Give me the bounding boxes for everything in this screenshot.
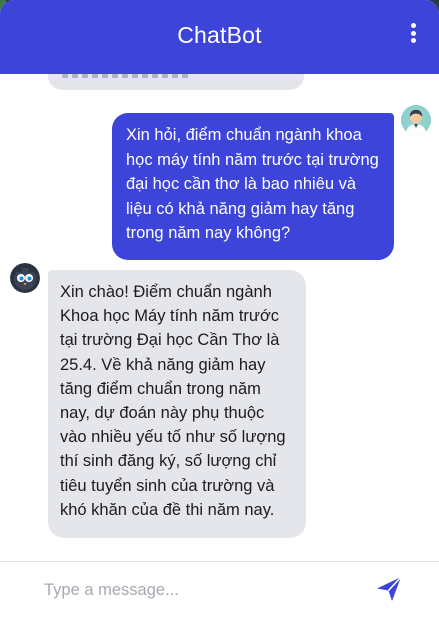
send-icon[interactable] bbox=[375, 575, 403, 603]
previous-message-bubble bbox=[48, 74, 304, 90]
chat-title: ChatBot bbox=[177, 22, 262, 48]
bot-message-bubble: Xin chào! Điểm chuẩn ngành Khoa học Máy … bbox=[48, 270, 306, 538]
message-input[interactable] bbox=[30, 575, 364, 605]
previous-message-fragment bbox=[62, 74, 192, 78]
user-avatar-icon bbox=[401, 105, 431, 135]
message-list[interactable]: Xin hỏi, điểm chuẩn ngành khoa học máy t… bbox=[0, 74, 439, 561]
chat-window: ChatBot Xin hỏi, điểm chuẩn ngành khoa h… bbox=[0, 0, 439, 623]
user-message-bubble: Xin hỏi, điểm chuẩn ngành khoa học máy t… bbox=[112, 113, 394, 260]
kebab-menu-icon[interactable] bbox=[409, 23, 417, 45]
bot-avatar-icon bbox=[10, 263, 40, 293]
composer-bar bbox=[0, 561, 439, 623]
chat-header: ChatBot bbox=[0, 0, 439, 74]
